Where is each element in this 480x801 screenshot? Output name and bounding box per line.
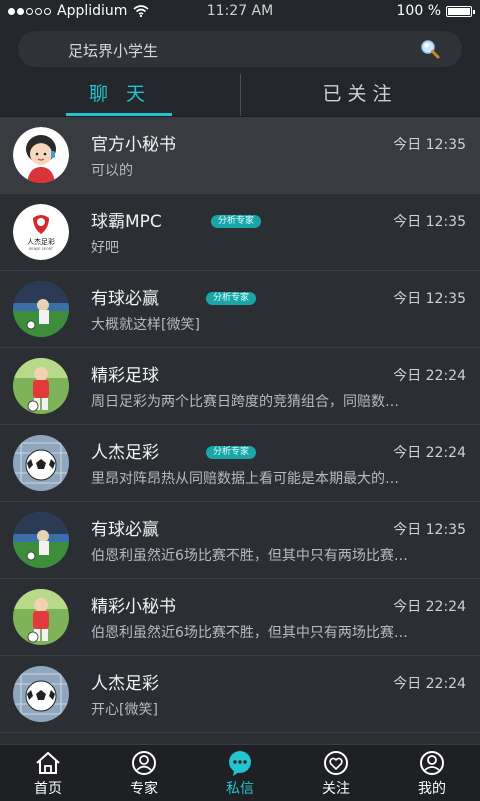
message-preview: 好吧	[91, 240, 119, 256]
message-icon	[229, 751, 251, 776]
nav-home[interactable]: 首页	[0, 745, 96, 801]
message-preview: 开心[微笑]	[91, 702, 158, 718]
message-time: 今日 12:35	[393, 522, 466, 538]
contact-name: 人杰足彩	[91, 443, 159, 463]
analyst-badge: 分析专家	[211, 215, 262, 228]
conversation-item[interactable]: 人杰足彩 RENJIE SPORT 球霸MPC 分析专家 今日 12:35 好吧	[0, 194, 480, 271]
contact-name: 有球必赢	[91, 520, 159, 540]
nav-label: 私信	[226, 781, 254, 797]
contact-name: 人杰足彩	[91, 674, 159, 694]
profile-icon	[420, 751, 444, 775]
conversation-item[interactable]: 精彩足球 今日 22:24 周日足彩为两个比赛日跨度的竞猜组合，同赔数…	[0, 348, 480, 425]
contact-name: 精彩足球	[91, 366, 159, 386]
heart-icon	[324, 751, 348, 775]
message-preview: 里昂对阵昂热从同赔数据上看可能是本期最大的…	[91, 471, 399, 487]
search-bar[interactable]: 足坛界小学生	[18, 31, 462, 67]
analyst-badge: 分析专家	[206, 446, 257, 459]
home-icon	[36, 752, 60, 774]
search-icon[interactable]	[420, 39, 440, 59]
message-preview: 伯恩利虽然近6场比赛不胜，但其中只有两场比赛…	[91, 548, 408, 564]
conversation-item[interactable]: 有球必赢 分析专家 今日 12:35 大概就这样[微笑]	[0, 271, 480, 348]
avatar	[13, 589, 69, 645]
svg-text:人杰足彩: 人杰足彩	[27, 237, 55, 246]
header: 足坛界小学生	[0, 24, 480, 74]
message-preview: 伯恩利虽然近6场比赛不胜，但其中只有两场比赛…	[91, 625, 408, 641]
conversation-item[interactable]: 人杰足彩 分析专家 今日 22:24 里昂对阵昂热从同赔数据上看可能是本期最大的…	[0, 425, 480, 502]
message-time: 今日 22:24	[393, 368, 466, 384]
bottom-nav: 首页 专家 私信 关注 我的	[0, 744, 480, 801]
analyst-badge: 分析专家	[206, 292, 257, 305]
conversation-item[interactable]: 官方小秘书 今日 12:35 可以的	[0, 117, 480, 194]
message-time: 今日 12:35	[393, 214, 466, 230]
nav-label: 专家	[130, 781, 158, 797]
contact-name: 球霸MPC	[91, 212, 162, 232]
status-bar: Applidium 11:27 AM 100 %	[0, 0, 480, 24]
nav-following[interactable]: 关注	[288, 745, 384, 801]
avatar	[13, 666, 69, 722]
message-preview: 大概就这样[微笑]	[91, 317, 200, 333]
conversation-item[interactable]: 有球必赢 今日 12:35 伯恩利虽然近6场比赛不胜，但其中只有两场比赛…	[0, 502, 480, 579]
avatar: 人杰足彩 RENJIE SPORT	[13, 204, 69, 260]
message-time: 今日 22:24	[393, 599, 466, 615]
avatar	[13, 435, 69, 491]
message-time: 今日 22:24	[393, 676, 466, 692]
tab-following[interactable]: 已关注	[240, 74, 480, 116]
avatar	[13, 127, 69, 183]
expert-icon	[132, 751, 156, 775]
nav-messages[interactable]: 私信	[192, 745, 288, 801]
battery-icon	[446, 5, 475, 17]
message-time: 今日 12:35	[393, 137, 466, 153]
nav-expert[interactable]: 专家	[96, 745, 192, 801]
conversation-item[interactable]: 精彩小秘书 今日 22:24 伯恩利虽然近6场比赛不胜，但其中只有两场比赛…	[0, 579, 480, 656]
tab-active-indicator	[66, 113, 172, 116]
status-right: 100 %	[396, 3, 475, 19]
message-preview: 可以的	[91, 163, 133, 179]
avatar	[13, 358, 69, 414]
conversation-list: 官方小秘书 今日 12:35 可以的 人杰足彩 RENJIE SPORT 球霸M…	[0, 117, 480, 733]
nav-label: 首页	[34, 781, 62, 797]
nav-label: 我的	[418, 781, 446, 797]
message-preview: 周日足彩为两个比赛日跨度的竞猜组合，同赔数…	[91, 394, 399, 410]
svg-text:RENJIE SPORT: RENJIE SPORT	[29, 247, 54, 251]
nav-profile[interactable]: 我的	[384, 745, 480, 801]
tab-chat[interactable]: 聊 天	[0, 74, 240, 116]
nav-label: 关注	[322, 781, 350, 797]
battery-percent: 100 %	[396, 3, 441, 19]
conversation-item[interactable]: 人杰足彩 今日 22:24 开心[微笑]	[0, 656, 480, 733]
search-text: 足坛界小学生	[68, 42, 159, 60]
avatar	[13, 281, 69, 337]
message-time: 今日 22:24	[393, 445, 466, 461]
contact-name: 官方小秘书	[91, 135, 176, 155]
tab-bar: 聊 天 已关注	[0, 74, 480, 117]
contact-name: 有球必赢	[91, 289, 159, 309]
contact-name: 精彩小秘书	[91, 597, 176, 617]
message-time: 今日 12:35	[393, 291, 466, 307]
avatar	[13, 512, 69, 568]
